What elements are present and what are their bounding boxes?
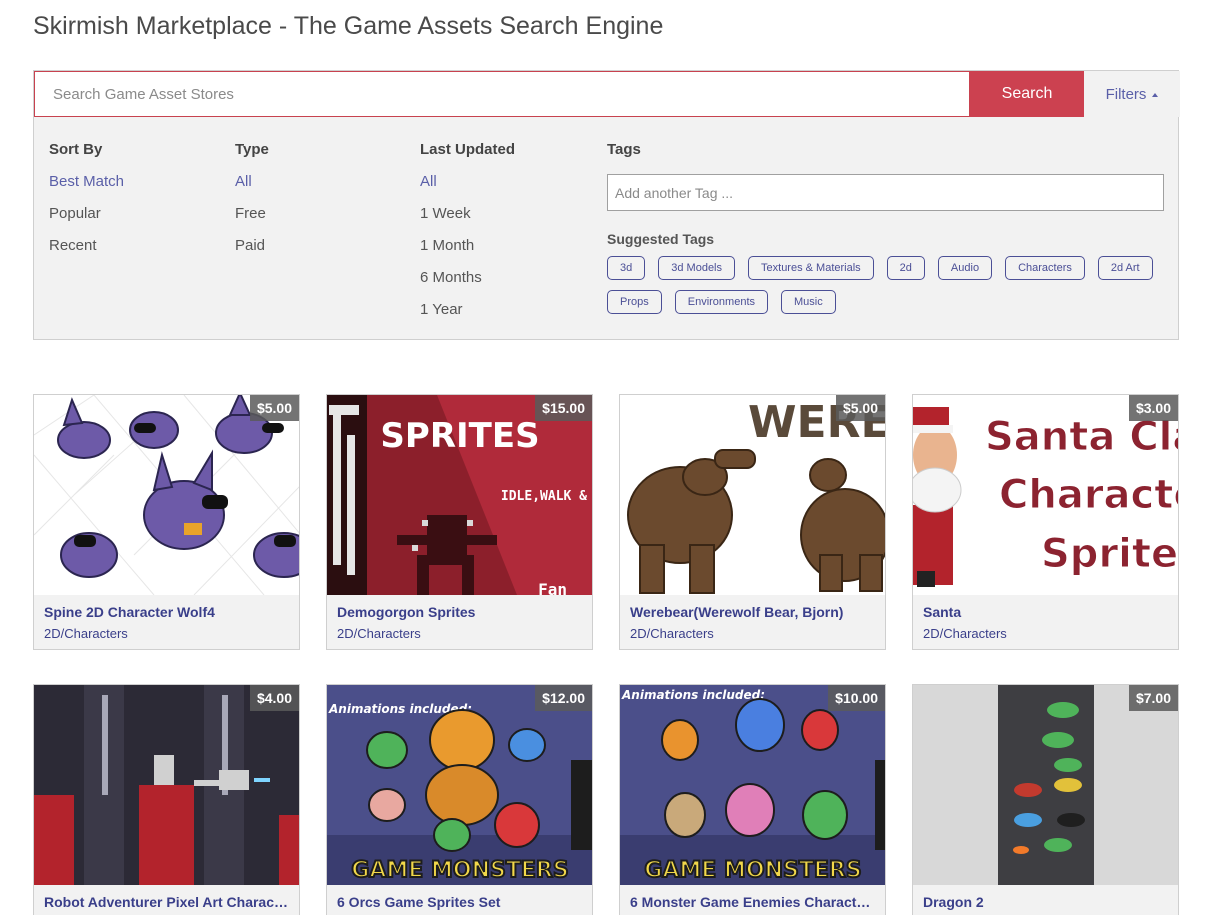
updated-option-1-year[interactable]: 1 Year <box>420 301 515 323</box>
thumbnail-text: Fan <box>538 580 567 595</box>
tag-2d[interactable]: 2d <box>886 256 925 280</box>
dragon-sheet-thumbnail[interactable] <box>913 685 1178 885</box>
product-card[interactable]: WEREBE $5.00 Werebear(Werewolf Bear, Bjo… <box>619 394 886 650</box>
product-category[interactable]: 2D/Characters <box>630 626 714 641</box>
tag-input[interactable] <box>607 174 1164 211</box>
product-card[interactable]: Animations included: GAME MONSTERS $10.0… <box>619 684 886 915</box>
price-badge: $15.00 <box>535 395 592 421</box>
search-button[interactable]: Search <box>970 71 1084 117</box>
product-category[interactable]: 2D/Characters <box>44 626 128 641</box>
price-badge: $10.00 <box>828 685 885 711</box>
thumbnail-text: GAME MONSTERS <box>644 858 861 883</box>
sort-option-recent[interactable]: Recent <box>49 237 124 259</box>
werebear-thumbnail[interactable]: WEREBE <box>620 395 885 595</box>
price-badge: $5.00 <box>835 395 885 421</box>
product-card[interactable]: Santa Clau Characte Sprite $3.00 Santa 2… <box>912 394 1179 650</box>
price-badge: $7.00 <box>1128 685 1178 711</box>
product-title[interactable]: Santa <box>923 604 1170 620</box>
product-title[interactable]: 6 Orcs Game Sprites Set <box>337 894 584 910</box>
thumbnail-text: Animations included: <box>621 688 765 702</box>
tags-heading: Tags <box>607 141 641 158</box>
price-badge: $4.00 <box>249 685 299 711</box>
suggested-tags: 3d 3d Models Textures & Materials 2d Aud… <box>607 256 1167 314</box>
product-grid: $5.00 Spine 2D Character Wolf4 2D/Charac… <box>33 394 1179 915</box>
product-title[interactable]: Dragon 2 <box>923 894 1170 910</box>
last-updated-heading: Last Updated <box>420 141 516 158</box>
price-badge: $3.00 <box>1128 395 1178 421</box>
orcs-thumbnail[interactable]: Animations included: GAME MONSTERS <box>327 685 592 885</box>
demogorgon-sprites-thumbnail[interactable]: SPRITES IDLE,WALK & Fan <box>327 395 592 595</box>
tag-characters[interactable]: Characters <box>1005 256 1085 280</box>
product-title[interactable]: Werebear(Werewolf Bear, Bjorn) <box>630 604 877 620</box>
price-badge: $5.00 <box>249 395 299 421</box>
last-updated-filter: Last Updated All 1 Week 1 Month 6 Months… <box>420 141 515 323</box>
product-title[interactable]: Spine 2D Character Wolf4 <box>44 604 291 620</box>
product-title[interactable]: 6 Monster Game Enemies Character S… <box>630 894 877 910</box>
sort-option-best-match[interactable]: Best Match <box>49 173 124 195</box>
filters-toggle[interactable]: Filters <box>1084 71 1180 117</box>
product-category[interactable]: 2D/Characters <box>337 626 421 641</box>
type-option-all[interactable]: All <box>235 173 269 195</box>
price-badge: $12.00 <box>535 685 592 711</box>
updated-option-6-months[interactable]: 6 Months <box>420 269 515 291</box>
sort-by-filter: Sort By Best Match Popular Recent <box>49 141 124 259</box>
product-card[interactable]: $7.00 Dragon 2 <box>912 684 1179 915</box>
tag-environments[interactable]: Environments <box>674 290 769 314</box>
page-title: Skirmish Marketplace - The Game Assets S… <box>33 12 664 40</box>
type-option-free[interactable]: Free <box>235 205 269 227</box>
search-input[interactable] <box>34 71 970 117</box>
product-card[interactable]: $4.00 Robot Adventurer Pixel Art Charact… <box>33 684 300 915</box>
product-title[interactable]: Demogorgon Sprites <box>337 604 584 620</box>
thumbnail-text: SPRITES <box>380 416 539 456</box>
caret-up-icon <box>1152 93 1159 97</box>
updated-option-all[interactable]: All <box>420 173 515 195</box>
product-category[interactable]: 2D/Characters <box>923 626 1007 641</box>
updated-option-1-month[interactable]: 1 Month <box>420 237 515 259</box>
tag-music[interactable]: Music <box>781 290 836 314</box>
tag-3d[interactable]: 3d <box>607 256 646 280</box>
product-card[interactable]: Animations included: GAME MONSTERS $12.0… <box>326 684 593 915</box>
search-panel: Search Filters Sort By Best Match Popula… <box>33 70 1180 340</box>
purple-wolf-thumbnail[interactable] <box>34 395 299 595</box>
product-card[interactable]: SPRITES IDLE,WALK & Fan $15.00 Demogorgo… <box>326 394 593 650</box>
type-option-paid[interactable]: Paid <box>235 237 269 259</box>
thumbnail-text: Characte <box>999 472 1179 518</box>
robot-pixel-art-thumbnail[interactable] <box>34 685 299 885</box>
santa-thumbnail[interactable]: Santa Clau Characte Sprite <box>913 395 1179 595</box>
suggested-tags-heading: Suggested Tags <box>607 231 715 247</box>
thumbnail-text: Sprite <box>1041 531 1178 577</box>
type-filter: Type All Free Paid <box>235 141 269 259</box>
tag-2d-art[interactable]: 2d Art <box>1097 256 1153 280</box>
tag-audio[interactable]: Audio <box>937 256 993 280</box>
tag-props[interactable]: Props <box>607 290 662 314</box>
thumbnail-text: GAME MONSTERS <box>351 858 568 883</box>
sort-by-heading: Sort By <box>49 141 103 158</box>
product-card[interactable]: $5.00 Spine 2D Character Wolf4 2D/Charac… <box>33 394 300 650</box>
monsters-thumbnail[interactable]: Animations included: GAME MONSTERS <box>620 685 885 885</box>
tag-3d-models[interactable]: 3d Models <box>658 256 736 280</box>
sort-option-popular[interactable]: Popular <box>49 205 124 227</box>
updated-option-1-week[interactable]: 1 Week <box>420 205 515 227</box>
tags-filter: Tags <box>607 141 641 163</box>
product-title[interactable]: Robot Adventurer Pixel Art Characte… <box>44 894 291 910</box>
filters-label: Filters <box>1105 85 1147 103</box>
tag-textures-materials[interactable]: Textures & Materials <box>748 256 874 280</box>
thumbnail-text: IDLE,WALK & <box>501 489 587 504</box>
type-heading: Type <box>235 141 269 158</box>
